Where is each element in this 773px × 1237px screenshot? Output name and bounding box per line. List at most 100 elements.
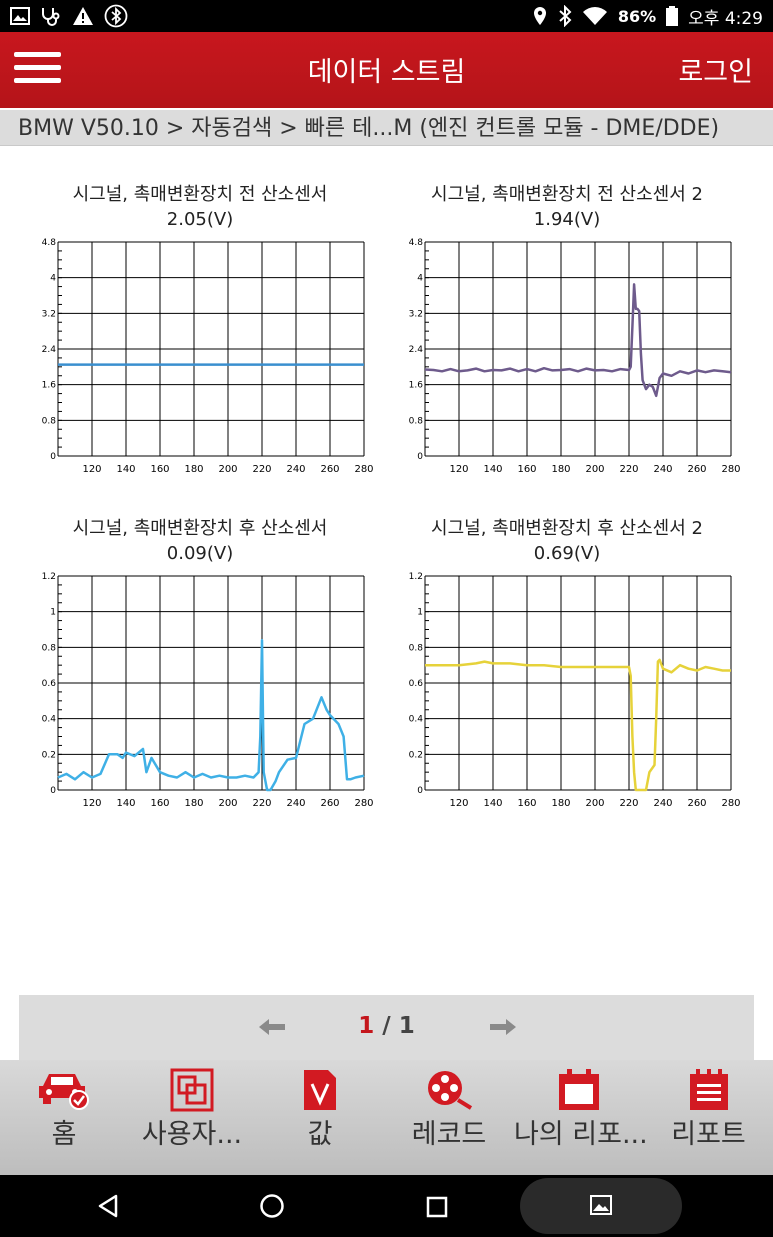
chart-value: 0.69(V): [533, 543, 601, 564]
y-tick-label: 1.6: [409, 381, 424, 391]
tab-user-custom[interactable]: 사용자...: [128, 1060, 256, 1175]
series-line: [425, 658, 731, 792]
chart-plot: 0 0.2 0.4 0.6 0.8 1 1.2 120 140 160 180 200 220 240 26…: [409, 572, 741, 809]
bluetooth-badge-icon: [104, 4, 128, 28]
gallery-icon[interactable]: [590, 1195, 612, 1215]
recents-square-icon[interactable]: [426, 1196, 448, 1218]
x-tick-label: 160: [517, 464, 536, 475]
tab-label: 사용자...: [141, 1119, 243, 1150]
chart-value: 1.94(V): [533, 209, 601, 230]
car-check-icon: [39, 1074, 89, 1110]
x-tick-label: 120: [82, 798, 101, 809]
film-reel-icon: [428, 1071, 473, 1110]
tab-label: 나의 리포...: [514, 1119, 648, 1150]
x-tick-label: 260: [320, 464, 339, 475]
tab-record[interactable]: 레코드: [384, 1060, 514, 1175]
x-tick-label: 160: [150, 798, 169, 809]
tab-home[interactable]: 홈: [0, 1060, 128, 1175]
series-line: [57, 638, 365, 792]
chart-title: 시그널, 촉매변환장치 전 산소센서 2: [431, 184, 703, 205]
tab-label: 리포트: [671, 1119, 746, 1150]
next-page-arrow-icon[interactable]: [488, 1015, 518, 1039]
tab-report[interactable]: 리포트: [644, 1060, 773, 1175]
clock: 오후 4:29: [688, 8, 763, 29]
y-tick-label: 4.8: [42, 238, 57, 248]
page-separator: /: [382, 1013, 391, 1039]
x-tick-label: 180: [184, 798, 203, 809]
chart-value: 2.05(V): [166, 209, 234, 230]
page-title: 데이터 스트림: [307, 57, 466, 88]
page-indicator: 1 / 1: [19, 1013, 754, 1039]
user-custom-icon: [170, 1068, 214, 1112]
x-tick-label: 260: [320, 798, 339, 809]
x-tick-label: 240: [286, 798, 305, 809]
x-tick-label: 140: [116, 464, 135, 475]
x-tick-label: 180: [184, 464, 203, 475]
y-tick-label: 2.4: [42, 345, 57, 355]
x-tick-label: 140: [116, 798, 135, 809]
back-icon[interactable]: [96, 1194, 120, 1218]
x-tick-label: 240: [653, 464, 672, 475]
x-tick-label: 240: [286, 464, 305, 475]
chart-panel-3: 시그널, 촉매변환장치 후 산소센서 0.09(V) 0 0.2 0.4 0.6 0.8…: [30, 512, 380, 822]
x-tick-label: 280: [354, 464, 373, 475]
chart-plot: 0 0.8 1.6 2.4 3.2 4 4.8 120 140 160 180 200 220 240 26…: [409, 238, 741, 475]
y-tick-label: 1.2: [409, 572, 423, 582]
pager: 1 / 1: [19, 995, 754, 1060]
tab-value[interactable]: 값: [256, 1060, 384, 1175]
page-total: 1: [398, 1013, 415, 1039]
x-tick-label: 220: [252, 798, 271, 809]
wifi-icon: [582, 7, 607, 25]
notepad-report-icon: [689, 1069, 728, 1110]
y-tick-label: 1.2: [42, 572, 56, 582]
x-tick-label: 140: [483, 798, 502, 809]
y-tick-label: 0.2: [409, 750, 423, 760]
series-line: [424, 283, 732, 398]
battery-icon: [666, 6, 679, 26]
y-tick-label: 4: [417, 274, 423, 284]
x-tick-label: 120: [449, 798, 468, 809]
x-tick-label: 160: [517, 798, 536, 809]
x-tick-label: 200: [585, 464, 604, 475]
x-tick-label: 120: [82, 464, 101, 475]
y-tick-label: 0.2: [42, 750, 56, 760]
x-tick-label: 220: [619, 464, 638, 475]
bluetooth-icon: [559, 5, 572, 27]
y-tick-label: 0: [50, 452, 56, 462]
chart-panel-4: 시그널, 촉매변환장치 후 산소센서 2 0.69(V) 0 0.2 0.4 0.6 0…: [397, 512, 747, 822]
x-tick-label: 200: [218, 464, 237, 475]
chart-plot: 0 0.8 1.6 2.4 3.2 4 4.8 120 140 160 180 200 220 240 26…: [42, 238, 374, 475]
x-tick-label: 220: [619, 798, 638, 809]
y-tick-label: 0: [417, 786, 423, 796]
tab-my-report[interactable]: 나의 리포...: [514, 1060, 648, 1175]
battery-percent: 86%: [617, 6, 657, 26]
tab-label: 값: [307, 1119, 333, 1150]
home-circle-icon[interactable]: [259, 1193, 285, 1219]
chart-panel-2: 시그널, 촉매변환장치 전 산소센서 2 1.94(V) 0 0.8 1.6 2.4 3…: [397, 178, 747, 488]
x-tick-label: 140: [483, 464, 502, 475]
status-right: 86% 오후 4:29: [532, 3, 763, 29]
chart-title: 시그널, 촉매변환장치 후 산소센서: [72, 518, 328, 539]
y-tick-label: 2.4: [409, 345, 424, 355]
y-tick-label: 0.8: [42, 416, 57, 426]
y-tick-label: 0.4: [409, 715, 424, 725]
login-button[interactable]: 로그인: [678, 50, 753, 89]
y-tick-label: 4.8: [409, 238, 424, 248]
y-tick-label: 0.8: [409, 643, 424, 653]
chart-title: 시그널, 촉매변환장치 후 산소센서 2: [431, 518, 703, 539]
bottom-tab-bar: 홈 사용자... 값 레코드 나의 리포... 리포트: [0, 1060, 773, 1175]
status-bar: 86% 오후 4:29: [0, 0, 773, 32]
chart-title: 시그널, 촉매변환장치 전 산소센서: [72, 184, 328, 205]
x-tick-label: 120: [449, 464, 468, 475]
image-notification-icon: [10, 7, 30, 25]
x-tick-label: 280: [721, 798, 740, 809]
x-tick-label: 180: [551, 464, 570, 475]
x-tick-label: 260: [687, 798, 706, 809]
location-icon: [533, 7, 546, 25]
chart-value: 0.09(V): [166, 543, 234, 564]
tab-label: 레코드: [411, 1119, 487, 1150]
y-tick-label: 0: [50, 786, 56, 796]
x-tick-label: 260: [687, 464, 706, 475]
y-tick-label: 0.6: [42, 679, 57, 689]
stethoscope-icon: [42, 8, 60, 26]
